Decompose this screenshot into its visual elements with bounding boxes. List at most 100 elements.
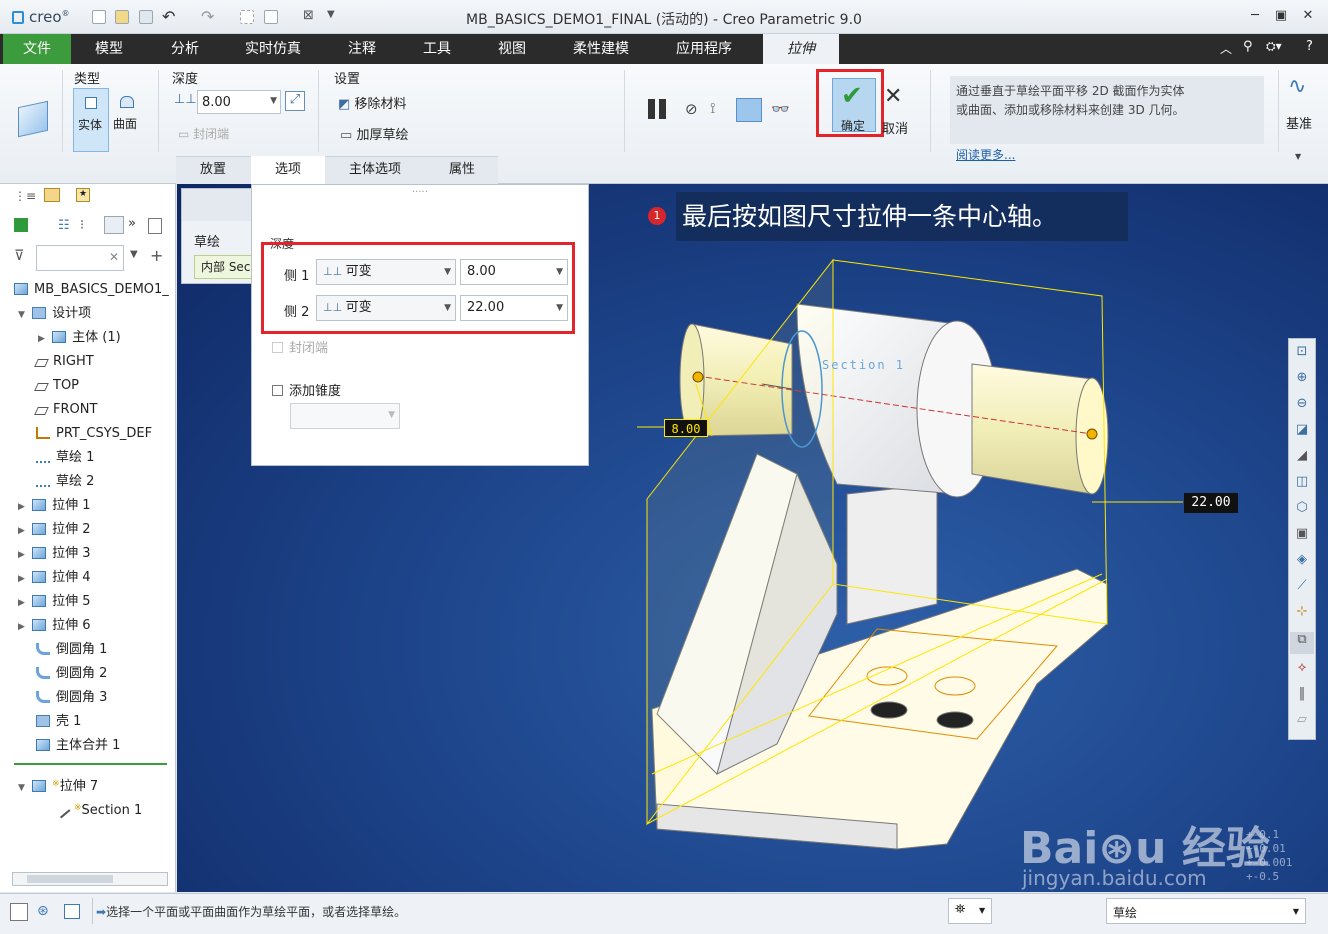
clear-icon[interactable]: ✕ bbox=[109, 250, 119, 264]
tab-annotate[interactable]: 注释 bbox=[330, 34, 394, 64]
read-more-link[interactable]: 阅读更多... bbox=[956, 146, 1015, 163]
subtab-body-options[interactable]: 主体选项 bbox=[326, 156, 424, 184]
verify-mode-icon[interactable]: 👓 bbox=[771, 100, 790, 118]
chevron-down-icon[interactable]: ▼ bbox=[1295, 152, 1301, 161]
pause-render-icon[interactable]: ‖ bbox=[1290, 686, 1314, 708]
perspective-icon[interactable]: ◢ bbox=[1290, 448, 1314, 470]
tree-root[interactable]: MB_BASICS_DEMO1_ bbox=[14, 278, 190, 302]
favorites-icon[interactable]: ★ bbox=[76, 188, 90, 202]
confirm-highlight-box bbox=[816, 69, 884, 137]
datum-menu[interactable]: 基准 bbox=[1286, 113, 1312, 132]
flip-direction-icon[interactable]: ⤢ bbox=[285, 91, 305, 111]
dimension-side1[interactable]: 8.00 bbox=[664, 419, 708, 437]
capped-ends-label: 封闭端 bbox=[193, 127, 230, 141]
tree-item-label: 拉伸 4 bbox=[52, 570, 91, 585]
solid-type-button[interactable]: 实体 bbox=[73, 88, 109, 152]
folder-browser-icon[interactable] bbox=[44, 188, 60, 202]
zoom-out-icon[interactable]: ⊖ bbox=[1290, 396, 1314, 418]
subtab-placement[interactable]: 放置 bbox=[176, 156, 250, 184]
subtab-options[interactable]: 选项 bbox=[251, 156, 325, 184]
tree-item-extrude-1[interactable]: ▶ 拉伸 1 bbox=[18, 494, 194, 518]
drag-grip-icon[interactable]: ····· bbox=[412, 187, 428, 198]
cancel-button[interactable]: 取消 bbox=[882, 118, 908, 137]
tab-simulation[interactable]: 实时仿真 bbox=[234, 34, 312, 64]
collapse-ribbon-icon[interactable]: ︿ bbox=[1220, 40, 1232, 57]
minimize-button[interactable]: ─ bbox=[1246, 8, 1264, 24]
spin-center-icon[interactable]: ⟡ bbox=[1290, 660, 1314, 682]
shell-icon bbox=[36, 715, 50, 727]
annotation-toggle-icon[interactable]: ▱ bbox=[1290, 712, 1314, 734]
view-manager-icon[interactable]: ▣ bbox=[1290, 526, 1314, 548]
model-tree-tab-icon[interactable]: ⋮≡ bbox=[14, 189, 36, 203]
find-selection-button[interactable]: ⛯ ▼ bbox=[948, 898, 992, 924]
zoom-in-icon[interactable]: ⊕ bbox=[1290, 370, 1314, 392]
more-icon[interactable]: » bbox=[128, 216, 136, 231]
appearance-icon[interactable]: ◈ bbox=[1290, 552, 1314, 574]
datum-display-icon[interactable]: ⟋ bbox=[1290, 578, 1314, 600]
browser-icon[interactable]: ⊛ bbox=[37, 903, 49, 919]
extrude-icon bbox=[32, 780, 47, 792]
notes-icon[interactable] bbox=[148, 218, 162, 234]
maximize-button[interactable]: ▣ bbox=[1272, 8, 1290, 24]
surface-type-button[interactable]: 曲面 bbox=[112, 88, 144, 152]
no-preview-icon[interactable]: ⊘ bbox=[685, 100, 698, 118]
command-finder-icon[interactable]: ⛭▾ bbox=[1266, 39, 1282, 54]
datum-curve-icon[interactable]: ∿ bbox=[1288, 74, 1306, 99]
help-icon[interactable]: ? bbox=[1306, 39, 1313, 54]
capped-ends-option: ▭ 封闭端 bbox=[178, 127, 230, 141]
tree-search-input[interactable]: ✕ bbox=[36, 245, 124, 271]
preview-mesh-icon[interactable]: ⟟ bbox=[710, 99, 716, 117]
full-screen-icon[interactable] bbox=[64, 904, 80, 919]
scrollbar-thumb[interactable] bbox=[27, 875, 113, 883]
tree-item-extrude-2[interactable]: ▶ 拉伸 2 bbox=[18, 518, 194, 542]
tree-item-extrude-4[interactable]: ▶ 拉伸 4 bbox=[18, 566, 194, 590]
display-style-icon[interactable]: ◫ bbox=[1290, 474, 1314, 496]
add-taper-checkbox[interactable]: 添加锥度 bbox=[272, 380, 341, 399]
tab-applications[interactable]: 应用程序 bbox=[664, 34, 744, 64]
add-icon[interactable]: + bbox=[150, 246, 163, 265]
attached-preview-icon[interactable] bbox=[736, 98, 762, 122]
filter-icon[interactable]: ⊽ bbox=[14, 248, 24, 264]
tree-item-extrude-5[interactable]: ▶ 拉伸 5 bbox=[18, 590, 194, 614]
tab-tools[interactable]: 工具 bbox=[406, 34, 468, 64]
saved-orientations-icon[interactable]: ⬡ bbox=[1290, 500, 1314, 522]
dimension-side2[interactable]: 22.00 bbox=[1184, 493, 1238, 513]
tree-item-extrude-6[interactable]: ▶ 拉伸 6 bbox=[18, 614, 194, 638]
model-display-icon[interactable] bbox=[14, 218, 28, 232]
drag-handle-left[interactable] bbox=[692, 371, 704, 383]
refit-icon[interactable]: ⊡ bbox=[1290, 344, 1314, 366]
repaint-icon[interactable]: ◪ bbox=[1290, 422, 1314, 444]
selection-filter-dropdown[interactable]: 草绘 ▼ bbox=[1106, 898, 1306, 924]
tab-extrude[interactable]: 拉伸 bbox=[763, 34, 839, 64]
subtab-properties[interactable]: 属性 bbox=[425, 156, 499, 184]
tab-analysis[interactable]: 分析 bbox=[152, 34, 218, 64]
tree-settings-icon[interactable] bbox=[104, 216, 124, 234]
cancel-x-icon[interactable]: ✕ bbox=[884, 84, 902, 109]
tab-view[interactable]: 视图 bbox=[481, 34, 543, 64]
depth-value-field[interactable]: 8.00 ▼ bbox=[197, 90, 281, 114]
tree-item-extrude-7[interactable]: ▼ ※拉伸 7 bbox=[18, 772, 194, 796]
chevron-down-icon[interactable]: ▼ bbox=[270, 96, 277, 106]
blind-depth-icon[interactable]: ⊥⊥ bbox=[174, 92, 197, 112]
annotation-display-icon[interactable]: ⧉ bbox=[1290, 632, 1314, 654]
tab-file[interactable]: 文件 bbox=[3, 34, 71, 64]
capped-ends-checkbox: 封闭端 bbox=[272, 337, 328, 356]
tree-filter-icon[interactable]: ⁝ bbox=[80, 218, 84, 233]
thicken-sketch-label: 加厚草绘 bbox=[356, 128, 409, 143]
drag-handle-right[interactable] bbox=[1086, 428, 1098, 440]
tree-item-design-items[interactable]: ▼ 设计项 bbox=[18, 302, 194, 326]
tab-flexible-modeling[interactable]: 柔性建模 bbox=[560, 34, 642, 64]
show-navigator-icon[interactable] bbox=[10, 903, 28, 921]
chevron-down-icon: ▼ bbox=[388, 410, 395, 420]
tree-item-extrude-3[interactable]: ▶ 拉伸 3 bbox=[18, 542, 194, 566]
remove-material-button[interactable]: ◩ 移除材料 bbox=[338, 93, 406, 112]
tab-model[interactable]: 模型 bbox=[76, 34, 142, 64]
close-button[interactable]: ✕ bbox=[1299, 8, 1317, 24]
chevron-down-icon[interactable]: ▼ bbox=[130, 249, 138, 260]
pause-button[interactable] bbox=[646, 97, 670, 119]
tree-columns-icon[interactable]: ☷ bbox=[58, 218, 70, 233]
search-icon[interactable]: ⚲ bbox=[1243, 39, 1253, 54]
thicken-sketch-button[interactable]: ▭ 加厚草绘 bbox=[340, 124, 408, 143]
tree-horizontal-scrollbar[interactable] bbox=[12, 872, 168, 886]
csys-display-icon[interactable]: ⊹ bbox=[1290, 604, 1314, 626]
